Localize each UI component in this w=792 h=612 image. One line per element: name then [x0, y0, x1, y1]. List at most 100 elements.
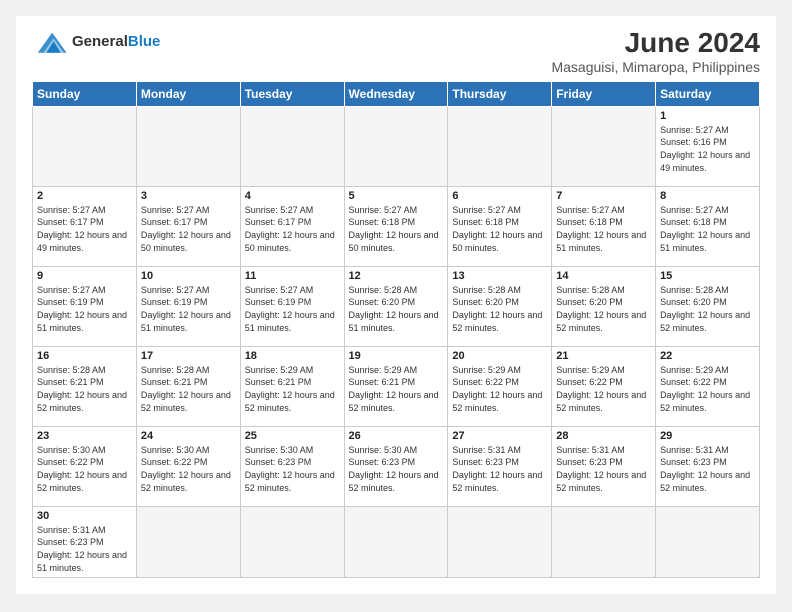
- day-number: 22: [660, 350, 755, 362]
- day-number: 13: [452, 270, 547, 282]
- header: GeneralBlue June 2024 Masaguisi, Mimarop…: [32, 28, 760, 75]
- calendar-cell: [552, 106, 656, 186]
- calendar-week-row: 30 Sunrise: 5:31 AM Sunset: 6:23 PM Dayli…: [33, 506, 760, 577]
- calendar-cell: 11Sunrise: 5:27 AM Sunset: 6:19 PM Dayli…: [240, 266, 344, 346]
- calendar-cell: 18Sunrise: 5:29 AM Sunset: 6:21 PM Dayli…: [240, 346, 344, 426]
- calendar-cell: [240, 506, 344, 577]
- day-info: Sunrise: 5:30 AM Sunset: 6:22 PM Dayligh…: [141, 444, 236, 494]
- calendar-cell: 14Sunrise: 5:28 AM Sunset: 6:20 PM Dayli…: [552, 266, 656, 346]
- day-info: Sunrise: 5:31 AM Sunset: 6:23 PM Dayligh…: [37, 524, 132, 574]
- calendar-cell: 7 Sunrise: 5:27 AM Sunset: 6:18 PM Daylig…: [552, 186, 656, 266]
- calendar-title: June 2024: [551, 28, 760, 59]
- day-number: 17: [141, 350, 236, 362]
- day-info: Sunrise: 5:31 AM Sunset: 6:23 PM Dayligh…: [660, 444, 755, 494]
- calendar-cell: 8Sunrise: 5:27 AM Sunset: 6:18 PM Daylig…: [656, 186, 760, 266]
- day-number: 6: [452, 190, 547, 202]
- calendar-cell: 28 Sunrise: 5:31 AM Sunset: 6:23 PM Dayli…: [552, 426, 656, 506]
- day-number: 20: [452, 350, 547, 362]
- day-number: 21: [556, 350, 651, 362]
- page: GeneralBlue June 2024 Masaguisi, Mimarop…: [16, 16, 776, 594]
- day-info: Sunrise: 5:29 AM Sunset: 6:22 PM Dayligh…: [660, 364, 755, 414]
- day-info: Sunrise: 5:31 AM Sunset: 6:23 PM Dayligh…: [556, 444, 651, 494]
- calendar-cell: [136, 506, 240, 577]
- weekday-saturday: Saturday: [656, 81, 760, 106]
- day-number: 26: [349, 430, 444, 442]
- logo: GeneralBlue: [32, 28, 160, 56]
- day-number: 5: [349, 190, 444, 202]
- day-number: 30: [37, 510, 132, 522]
- day-number: 27: [452, 430, 547, 442]
- day-number: 7: [556, 190, 651, 202]
- calendar-cell: 6 Sunrise: 5:27 AM Sunset: 6:18 PM Daylig…: [448, 186, 552, 266]
- logo-text: GeneralBlue: [72, 33, 160, 51]
- calendar-week-row: 16Sunrise: 5:28 AM Sunset: 6:21 PM Dayli…: [33, 346, 760, 426]
- title-block: June 2024 Masaguisi, Mimaropa, Philippin…: [551, 28, 760, 75]
- day-number: 15: [660, 270, 755, 282]
- day-info: Sunrise: 5:30 AM Sunset: 6:22 PM Dayligh…: [37, 444, 132, 494]
- day-number: 4: [245, 190, 340, 202]
- weekday-wednesday: Wednesday: [344, 81, 448, 106]
- logo-line1: General: [72, 33, 128, 50]
- day-info: Sunrise: 5:27 AM Sunset: 6:18 PM Dayligh…: [556, 204, 651, 254]
- calendar-cell: 4 Sunrise: 5:27 AM Sunset: 6:17 PM Daylig…: [240, 186, 344, 266]
- calendar-table: Sunday Monday Tuesday Wednesday Thursday…: [32, 81, 760, 578]
- day-info: Sunrise: 5:27 AM Sunset: 6:19 PM Dayligh…: [37, 284, 132, 334]
- calendar-week-row: 2 Sunrise: 5:27 AM Sunset: 6:17 PM Daylig…: [33, 186, 760, 266]
- logo-line2: Blue: [128, 33, 161, 50]
- weekday-monday: Monday: [136, 81, 240, 106]
- day-number: 1: [660, 110, 755, 122]
- day-info: Sunrise: 5:27 AM Sunset: 6:17 PM Dayligh…: [37, 204, 132, 254]
- calendar-cell: [33, 106, 137, 186]
- calendar-cell: 10Sunrise: 5:27 AM Sunset: 6:19 PM Dayli…: [136, 266, 240, 346]
- calendar-cell: 17 Sunrise: 5:28 AM Sunset: 6:21 PM Dayli…: [136, 346, 240, 426]
- day-info: Sunrise: 5:28 AM Sunset: 6:21 PM Dayligh…: [37, 364, 132, 414]
- weekday-tuesday: Tuesday: [240, 81, 344, 106]
- day-info: Sunrise: 5:31 AM Sunset: 6:23 PM Dayligh…: [452, 444, 547, 494]
- calendar-cell: 30 Sunrise: 5:31 AM Sunset: 6:23 PM Dayli…: [33, 506, 137, 577]
- day-number: 9: [37, 270, 132, 282]
- calendar-cell: 22 Sunrise: 5:29 AM Sunset: 6:22 PM Dayli…: [656, 346, 760, 426]
- calendar-cell: [240, 106, 344, 186]
- calendar-cell: 24Sunrise: 5:30 AM Sunset: 6:22 PM Dayli…: [136, 426, 240, 506]
- calendar-cell: 27 Sunrise: 5:31 AM Sunset: 6:23 PM Dayli…: [448, 426, 552, 506]
- day-info: Sunrise: 5:30 AM Sunset: 6:23 PM Dayligh…: [349, 444, 444, 494]
- day-info: Sunrise: 5:28 AM Sunset: 6:21 PM Dayligh…: [141, 364, 236, 414]
- calendar-cell: 23Sunrise: 5:30 AM Sunset: 6:22 PM Dayli…: [33, 426, 137, 506]
- weekday-thursday: Thursday: [448, 81, 552, 106]
- calendar-cell: [136, 106, 240, 186]
- calendar-cell: 3Sunrise: 5:27 AM Sunset: 6:17 PM Daylig…: [136, 186, 240, 266]
- calendar-cell: [448, 106, 552, 186]
- calendar-cell: 2 Sunrise: 5:27 AM Sunset: 6:17 PM Daylig…: [33, 186, 137, 266]
- day-number: 12: [349, 270, 444, 282]
- day-number: 25: [245, 430, 340, 442]
- day-info: Sunrise: 5:29 AM Sunset: 6:21 PM Dayligh…: [349, 364, 444, 414]
- day-info: Sunrise: 5:28 AM Sunset: 6:20 PM Dayligh…: [660, 284, 755, 334]
- day-number: 10: [141, 270, 236, 282]
- calendar-cell: 16Sunrise: 5:28 AM Sunset: 6:21 PM Dayli…: [33, 346, 137, 426]
- calendar-header: Sunday Monday Tuesday Wednesday Thursday…: [33, 81, 760, 106]
- day-info: Sunrise: 5:27 AM Sunset: 6:18 PM Dayligh…: [349, 204, 444, 254]
- calendar-cell: 19 Sunrise: 5:29 AM Sunset: 6:21 PM Dayli…: [344, 346, 448, 426]
- day-info: Sunrise: 5:29 AM Sunset: 6:22 PM Dayligh…: [556, 364, 651, 414]
- calendar-cell: 1Sunrise: 5:27 AM Sunset: 6:16 PM Daylig…: [656, 106, 760, 186]
- calendar-cell: 29Sunrise: 5:31 AM Sunset: 6:23 PM Dayli…: [656, 426, 760, 506]
- day-number: 19: [349, 350, 444, 362]
- calendar-cell: 15 Sunrise: 5:28 AM Sunset: 6:20 PM Dayli…: [656, 266, 760, 346]
- calendar-cell: 25Sunrise: 5:30 AM Sunset: 6:23 PM Dayli…: [240, 426, 344, 506]
- calendar-cell: 21 Sunrise: 5:29 AM Sunset: 6:22 PM Dayli…: [552, 346, 656, 426]
- weekday-row: Sunday Monday Tuesday Wednesday Thursday…: [33, 81, 760, 106]
- day-number: 8: [660, 190, 755, 202]
- day-info: Sunrise: 5:27 AM Sunset: 6:18 PM Dayligh…: [452, 204, 547, 254]
- day-info: Sunrise: 5:27 AM Sunset: 6:17 PM Dayligh…: [141, 204, 236, 254]
- day-info: Sunrise: 5:27 AM Sunset: 6:17 PM Dayligh…: [245, 204, 340, 254]
- day-number: 28: [556, 430, 651, 442]
- calendar-body: 1Sunrise: 5:27 AM Sunset: 6:16 PM Daylig…: [33, 106, 760, 577]
- calendar-cell: [656, 506, 760, 577]
- calendar-week-row: 23Sunrise: 5:30 AM Sunset: 6:22 PM Dayli…: [33, 426, 760, 506]
- calendar-cell: 9 Sunrise: 5:27 AM Sunset: 6:19 PM Daylig…: [33, 266, 137, 346]
- day-number: 2: [37, 190, 132, 202]
- day-info: Sunrise: 5:27 AM Sunset: 6:19 PM Dayligh…: [245, 284, 340, 334]
- calendar-subtitle: Masaguisi, Mimaropa, Philippines: [551, 59, 760, 75]
- weekday-friday: Friday: [552, 81, 656, 106]
- day-info: Sunrise: 5:28 AM Sunset: 6:20 PM Dayligh…: [452, 284, 547, 334]
